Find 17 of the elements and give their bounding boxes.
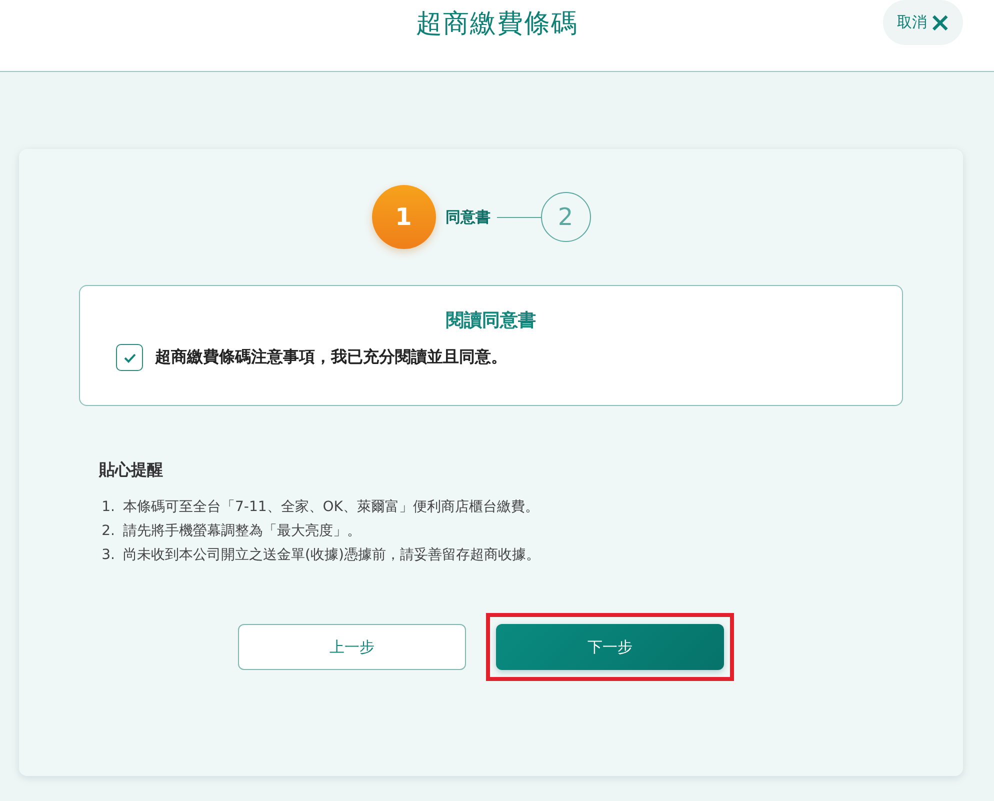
list-number: 2. [100, 522, 115, 541]
consent-text: 超商繳費條碼注意事項，我已充分閱讀並且同意。 [155, 347, 507, 368]
reminder-text: 本條碼可至全台「7-11、全家、OK、萊爾富」便利商店櫃台繳費。 [123, 498, 539, 517]
step-button[interactable]: 上一步 [238, 624, 466, 670]
step-button[interactable]: 下一步 [496, 624, 724, 670]
step-indicator: 2 [540, 192, 590, 242]
reminder-text: 請先將手機螢幕調整為「最大亮度」。 [123, 522, 361, 541]
page-title: 超商繳費條碼 [416, 8, 578, 41]
check-icon [122, 352, 136, 364]
reminder-title: 貼心提醒 [99, 460, 164, 481]
step-label: 同意書 [446, 208, 490, 226]
consent-title: 閱讀同意書 [445, 309, 537, 332]
step-indicator: 1 [372, 185, 436, 249]
list-number: 3. [100, 546, 115, 565]
checkbox[interactable] [116, 344, 143, 371]
reminder-text: 尚未收到本公司開立之送金單(收據)憑據前，請妥善留存超商收據。 [123, 546, 540, 565]
list-number: 1. [100, 498, 115, 517]
